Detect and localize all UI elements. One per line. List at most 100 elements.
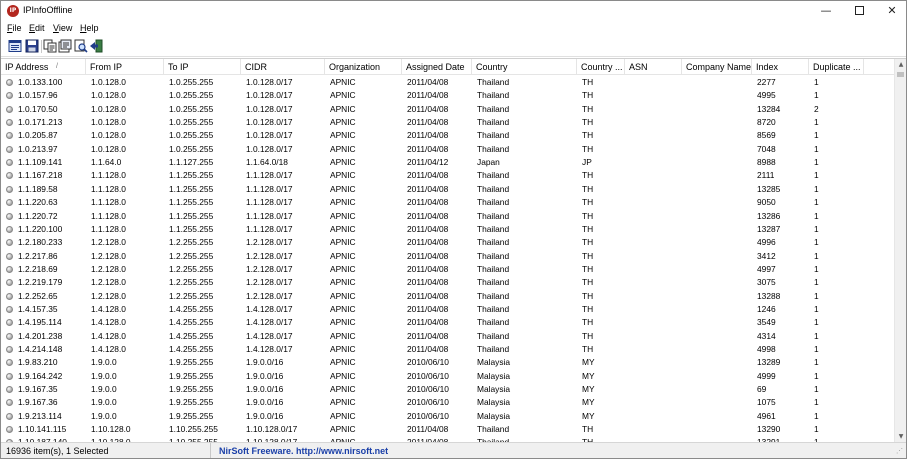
table-row[interactable]: 1.4.157.35 1.4.128.0 1.4.255.255 1.4.128.0/… <box>1 303 894 316</box>
table-row[interactable]: 1.0.157.96 1.0.128.0 1.0.255.255 1.0.128.0/… <box>1 89 894 102</box>
cell-organization: APNIC <box>330 424 356 435</box>
cell-index: 13288 <box>757 290 781 301</box>
table-row[interactable]: 1.0.170.50 1.0.128.0 1.0.255.255 1.0.128.0/… <box>1 103 894 116</box>
table-row[interactable]: 1.2.219.179 1.2.128.0 1.2.255.255 1.2.128.0… <box>1 276 894 289</box>
cell-country: Thailand <box>477 290 510 301</box>
cell-index: 9050 <box>757 197 776 208</box>
column-header-to-ip[interactable]: To IP <box>164 59 241 75</box>
cell-to-ip: 1.2.255.255 <box>169 263 214 274</box>
table-row[interactable]: 1.9.167.35 1.9.0.0 1.9.255.255 1.9.0.0/16 AP… <box>1 383 894 396</box>
cell-company-name <box>682 396 752 409</box>
cell-duplicate: 1 <box>814 197 819 208</box>
column-header-country[interactable]: Country <box>472 59 577 75</box>
table-row[interactable]: 1.1.189.58 1.1.128.0 1.1.255.255 1.1.128.0/… <box>1 183 894 196</box>
table-row[interactable]: 1.1.220.100 1.1.128.0 1.1.255.255 1.1.128.0… <box>1 223 894 236</box>
menu-view[interactable]: View <box>53 23 72 33</box>
menu-edit[interactable]: Edit <box>29 23 45 33</box>
column-header-country-code[interactable]: Country ... <box>577 59 625 75</box>
properties-icon[interactable] <box>8 39 22 53</box>
menu-help[interactable]: Help <box>80 23 99 33</box>
cell-from-ip: 1.9.0.0 <box>91 384 117 395</box>
close-button[interactable]: ✕ <box>877 1 906 21</box>
column-header-asn[interactable]: ASN <box>625 59 682 75</box>
title-bar[interactable]: IP IPInfoOffline — ✕ <box>1 1 906 21</box>
cell-cidr: 1.0.128.0/17 <box>246 143 293 154</box>
scroll-up-icon[interactable]: ▲ <box>895 59 906 71</box>
column-header-ip-address[interactable]: IP Address / <box>1 59 86 75</box>
copy-icon[interactable] <box>43 39 57 53</box>
table-row[interactable]: 1.0.205.87 1.0.128.0 1.0.255.255 1.0.128.0/… <box>1 129 894 142</box>
menu-file[interactable]: File <box>7 23 22 33</box>
cell-organization: APNIC <box>330 210 356 221</box>
column-header-company-name[interactable]: Company Name <box>682 59 752 75</box>
html-report-icon[interactable] <box>58 39 72 53</box>
column-header-duplicate[interactable]: Duplicate ... <box>809 59 864 75</box>
cell-company-name <box>682 103 752 116</box>
cell-country-code: TH <box>582 290 594 301</box>
cell-index: 1075 <box>757 397 776 408</box>
cell-duplicate: 1 <box>814 210 819 221</box>
column-header-assigned-date[interactable]: Assigned Date <box>402 59 472 75</box>
table-row[interactable]: 1.2.180.233 1.2.128.0 1.2.255.255 1.2.128.0… <box>1 236 894 249</box>
scroll-down-icon[interactable]: ▼ <box>895 431 906 442</box>
cell-index: 4314 <box>757 330 776 341</box>
save-icon[interactable] <box>25 39 39 53</box>
table-row[interactable]: 1.10.141.115 1.10.128.0 1.10.255.255 1.10.1… <box>1 423 894 436</box>
table-row[interactable]: 1.9.83.210 1.9.0.0 1.9.255.255 1.9.0.0/16 AP… <box>1 356 894 369</box>
cell-organization: APNIC <box>330 317 356 328</box>
scroll-thumb[interactable] <box>897 72 904 77</box>
cell-company-name <box>682 410 752 423</box>
table-row[interactable]: 1.1.220.63 1.1.128.0 1.1.255.255 1.1.128.0/… <box>1 196 894 209</box>
column-header-from-ip[interactable]: From IP <box>86 59 164 75</box>
cell-ip-address: 1.2.180.233 <box>18 237 63 248</box>
column-header-organization[interactable]: Organization <box>325 59 402 75</box>
table-row[interactable]: 1.4.195.114 1.4.128.0 1.4.255.255 1.4.128.0… <box>1 316 894 329</box>
cell-duplicate: 1 <box>814 303 819 314</box>
cell-assigned-date: 2011/04/08 <box>407 424 449 435</box>
results-list[interactable]: IP Address / From IP To IP CIDR Organizat… <box>1 58 906 442</box>
cell-country-code: TH <box>582 197 594 208</box>
cell-to-ip: 1.0.255.255 <box>169 90 214 101</box>
cell-assigned-date: 2011/04/08 <box>407 130 449 141</box>
cell-index: 7048 <box>757 143 776 154</box>
cell-country-code: MY <box>582 357 595 368</box>
exit-icon[interactable] <box>89 39 103 53</box>
cell-cidr: 1.9.0.0/16 <box>246 397 284 408</box>
minimize-button[interactable]: — <box>811 1 841 21</box>
table-row[interactable]: 1.4.201.238 1.4.128.0 1.4.255.255 1.4.128.0… <box>1 330 894 343</box>
cell-company-name <box>682 116 752 129</box>
table-row[interactable]: 1.1.220.72 1.1.128.0 1.1.255.255 1.1.128.0/… <box>1 210 894 223</box>
resize-grip-icon[interactable]: ⋰ <box>896 448 904 456</box>
table-row[interactable]: 1.4.214.148 1.4.128.0 1.4.255.255 1.4.128.0… <box>1 343 894 356</box>
cell-assigned-date: 2010/06/10 <box>407 357 449 368</box>
cell-asn <box>625 196 682 209</box>
column-header-cidr[interactable]: CIDR <box>241 59 325 75</box>
table-row[interactable]: 1.2.252.65 1.2.128.0 1.2.255.255 1.2.128.0/… <box>1 290 894 303</box>
column-header-index[interactable]: Index <box>752 59 809 75</box>
cell-organization: APNIC <box>330 397 356 408</box>
cell-duplicate: 1 <box>814 143 819 154</box>
cell-asn <box>625 370 682 383</box>
list-rows: 1.0.133.100 1.0.128.0 1.0.255.255 1.0.128.0… <box>1 76 894 442</box>
cell-assigned-date: 2010/06/10 <box>407 397 449 408</box>
table-row[interactable]: 1.9.167.36 1.9.0.0 1.9.255.255 1.9.0.0/16 AP… <box>1 396 894 409</box>
table-row[interactable]: 1.0.213.97 1.0.128.0 1.0.255.255 1.0.128.0/… <box>1 143 894 156</box>
cell-organization: APNIC <box>330 157 356 168</box>
table-row[interactable]: 1.2.218.69 1.2.128.0 1.2.255.255 1.2.128.0/… <box>1 263 894 276</box>
find-icon[interactable] <box>74 39 88 53</box>
table-row[interactable]: 1.1.109.141 1.1.64.0 1.1.127.255 1.1.64.0/1… <box>1 156 894 169</box>
cell-company-name <box>682 343 752 356</box>
cell-organization: APNIC <box>330 143 356 154</box>
table-row[interactable]: 1.1.167.218 1.1.128.0 1.1.255.255 1.1.128.0… <box>1 169 894 182</box>
cell-duplicate: 1 <box>814 237 819 248</box>
maximize-button[interactable] <box>844 1 874 21</box>
cell-organization: APNIC <box>330 277 356 288</box>
table-row[interactable]: 1.0.171.213 1.0.128.0 1.0.255.255 1.0.128.0… <box>1 116 894 129</box>
table-row[interactable]: 1.2.217.86 1.2.128.0 1.2.255.255 1.2.128.0/… <box>1 250 894 263</box>
table-row[interactable]: 1.9.213.114 1.9.0.0 1.9.255.255 1.9.0.0/16 A… <box>1 410 894 423</box>
vertical-scrollbar[interactable]: ▲ ▼ <box>894 59 906 442</box>
nirsoft-link[interactable]: NirSoft Freeware. http://www.nirsoft.net <box>211 443 388 458</box>
table-row[interactable]: 1.9.164.242 1.9.0.0 1.9.255.255 1.9.0.0/16 A… <box>1 370 894 383</box>
cell-ip-address: 1.9.213.114 <box>18 410 62 421</box>
table-row[interactable]: 1.0.133.100 1.0.128.0 1.0.255.255 1.0.128.0… <box>1 76 894 89</box>
